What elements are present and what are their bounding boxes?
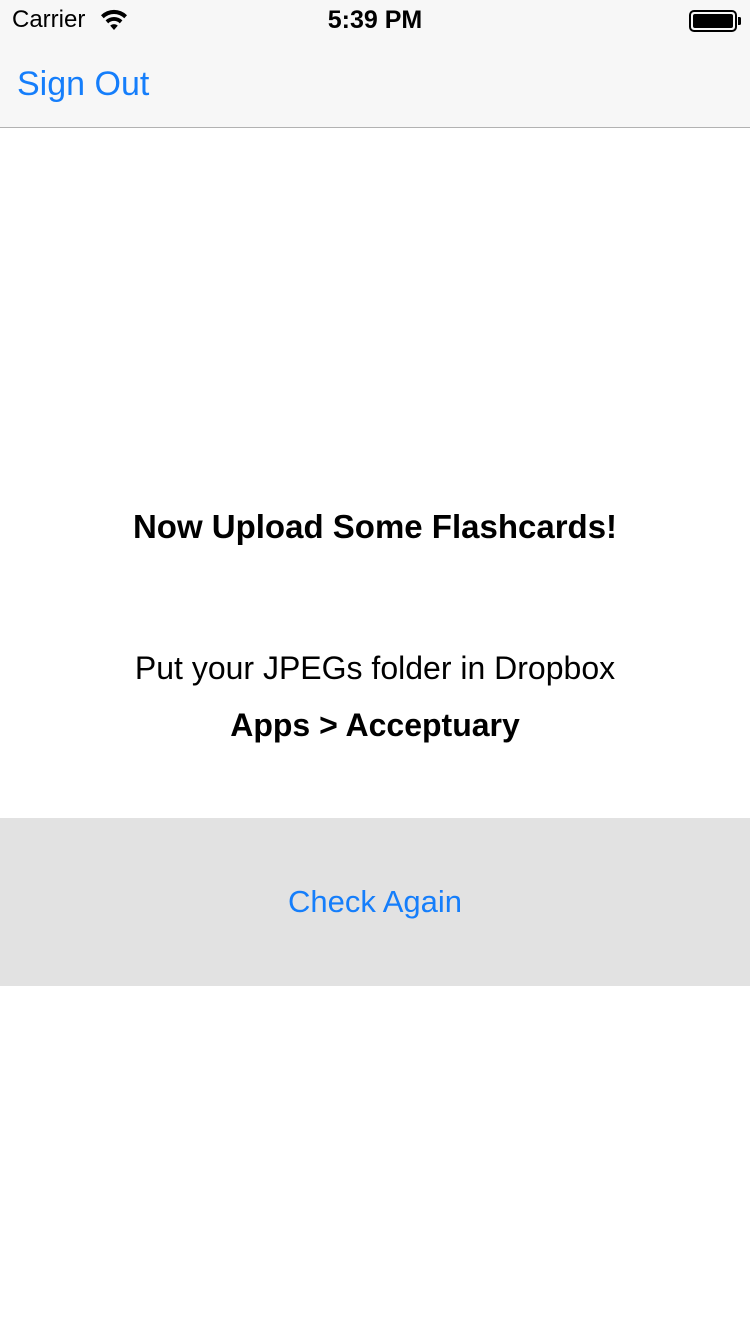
instruction-text: Put your JPEGs folder in Dropbox: [134, 650, 616, 686]
battery-full-icon: [689, 10, 741, 32]
sign-out-button[interactable]: Sign Out: [17, 64, 149, 104]
dropbox-path-text: Apps > Acceptuary: [230, 707, 520, 743]
screen: Carrier 5:39 PM Sign Out Now Upload Some…: [0, 0, 750, 1334]
status-bar: Carrier 5:39 PM: [0, 0, 750, 40]
status-time: 5:39 PM: [327, 6, 423, 34]
check-again-button[interactable]: Check Again: [0, 818, 750, 986]
page-heading: Now Upload Some Flashcards!: [132, 508, 618, 545]
check-again-label: Check Again: [287, 884, 463, 919]
navigation-bar: Sign Out: [0, 40, 750, 128]
top-chrome: Carrier 5:39 PM Sign Out: [0, 0, 750, 128]
